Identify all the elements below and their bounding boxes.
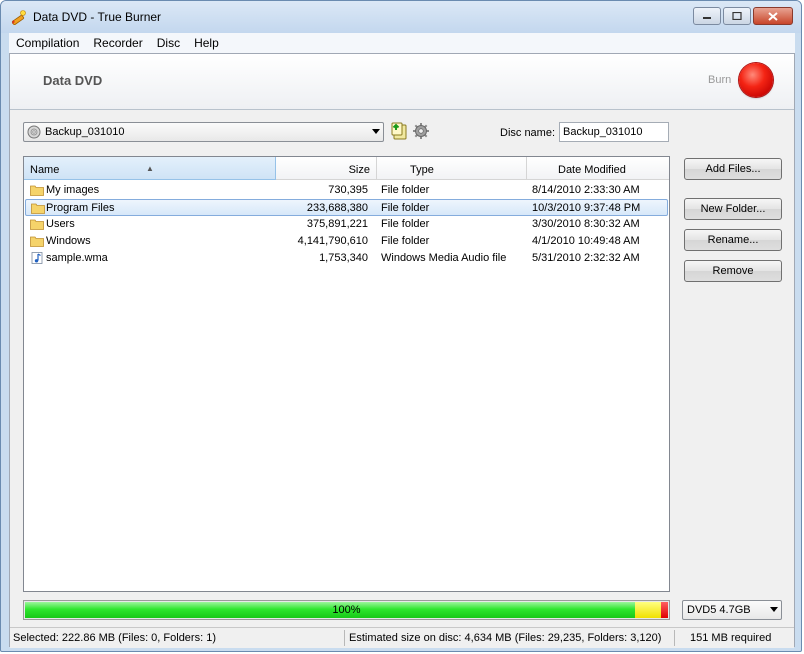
page-title: Data DVD (43, 73, 103, 88)
close-button[interactable] (753, 7, 793, 25)
window-controls (693, 7, 793, 25)
table-row[interactable]: Program Files 233,688,380 File folder 10… (25, 199, 668, 216)
menu-recorder[interactable]: Recorder (86, 36, 149, 50)
status-required: 151 MB required (690, 632, 772, 644)
window-title: Data DVD - True Burner (33, 10, 162, 24)
status-bar: Selected: 222.86 MB (Files: 0, Folders: … (10, 627, 794, 648)
minimize-button[interactable] (693, 7, 721, 25)
disc-capacity-progress: 100% (23, 600, 670, 620)
table-row[interactable]: Windows 4,141,790,610 File folder 4/1/20… (25, 233, 668, 250)
sort-ascending-icon: ▲ (146, 164, 154, 173)
media-type-value: DVD5 4.7GB (687, 604, 751, 616)
app-window: Data DVD - True Burner Compilation Recor… (0, 0, 802, 652)
burn-label: Burn (708, 74, 732, 86)
cell-size: 233,688,380 (306, 202, 368, 214)
cell-type: File folder (381, 218, 430, 230)
cell-date: 4/1/2010 10:49:48 AM (532, 235, 640, 247)
column-name-label: Name (30, 164, 60, 176)
remove-button[interactable]: Remove (684, 260, 782, 282)
table-row[interactable]: My images 730,395 File folder 8/14/2010 … (25, 182, 668, 199)
title-bar[interactable]: Data DVD - True Burner (1, 1, 801, 33)
header-band: Data DVD Burn (10, 54, 794, 110)
cell-name: My images (46, 184, 100, 196)
column-header-date[interactable]: Date Modified (527, 157, 669, 180)
disc-name-label: Disc name: (500, 127, 556, 139)
menu-disc[interactable]: Disc (150, 36, 187, 50)
cell-type: File folder (381, 202, 430, 214)
table-row[interactable]: Users 375,891,221 File folder 3/30/2010 … (25, 216, 668, 233)
cell-size: 4,141,790,610 (297, 235, 368, 247)
minimize-icon (703, 17, 711, 19)
cell-date: 8/14/2010 2:33:30 AM (532, 184, 640, 196)
main-panel: Data DVD Burn Backup_031010 Disc name: B… (9, 53, 795, 648)
cell-date: 5/31/2010 2:32:32 AM (532, 252, 640, 264)
chevron-down-icon (372, 129, 380, 134)
add-compilation-icon[interactable] (390, 122, 408, 140)
maximize-button[interactable] (723, 7, 751, 25)
table-row[interactable]: sample.wma 1,753,340 Windows Media Audio… (25, 250, 668, 267)
column-header-name[interactable]: Name ▲ (24, 157, 276, 180)
folder-icon (30, 219, 44, 230)
rename-button[interactable]: Rename... (684, 229, 782, 251)
disc-icon (27, 125, 41, 139)
menu-bar: Compilation Recorder Disc Help (9, 33, 795, 53)
close-icon (768, 11, 778, 21)
cell-name: Program Files (46, 202, 115, 214)
gear-icon[interactable] (412, 122, 430, 140)
column-header-size[interactable]: Size (276, 157, 377, 180)
cell-name: Windows (46, 235, 91, 247)
chevron-down-icon (770, 607, 778, 612)
menu-help[interactable]: Help (187, 36, 226, 50)
cell-date: 10/3/2010 9:37:48 PM (532, 202, 641, 214)
progress-label: 100% (332, 604, 361, 616)
compilation-select[interactable]: Backup_031010 (23, 122, 384, 142)
compilation-value: Backup_031010 (45, 126, 125, 138)
menu-compilation[interactable]: Compilation (9, 36, 86, 50)
new-folder-button[interactable]: New Folder... (684, 198, 782, 220)
disc-name-input[interactable] (559, 122, 669, 142)
burn-button[interactable] (739, 63, 773, 97)
column-header-type[interactable]: Type (377, 157, 527, 180)
pencil-burner-icon (11, 10, 26, 25)
cell-size: 730,395 (328, 184, 368, 196)
status-selected: Selected: 222.86 MB (Files: 0, Folders: … (13, 632, 216, 644)
cell-date: 3/30/2010 8:30:32 AM (532, 218, 640, 230)
cell-type: File folder (381, 184, 430, 196)
media-type-select[interactable]: DVD5 4.7GB (682, 600, 782, 620)
column-size-label: Size (348, 164, 370, 176)
audio-file-icon (31, 252, 43, 264)
status-estimated-size: Estimated size on disc: 4,634 MB (Files:… (349, 632, 662, 644)
column-date-label: Date Modified (558, 164, 626, 176)
maximize-icon (732, 12, 742, 20)
add-files-button[interactable]: Add Files... (684, 158, 782, 180)
status-divider (344, 630, 345, 646)
column-type-label: Type (410, 164, 434, 176)
folder-icon (31, 203, 45, 214)
cell-type: Windows Media Audio file (381, 252, 507, 264)
cell-size: 1,753,340 (319, 252, 368, 264)
cell-type: File folder (381, 235, 430, 247)
folder-icon (30, 185, 44, 196)
status-divider (674, 630, 675, 646)
folder-icon (30, 236, 44, 247)
cell-name: Users (46, 218, 75, 230)
file-list[interactable]: Name ▲ Size Type Date Modified My images… (23, 156, 670, 592)
cell-size: 375,891,221 (306, 218, 368, 230)
cell-name: sample.wma (46, 252, 108, 264)
